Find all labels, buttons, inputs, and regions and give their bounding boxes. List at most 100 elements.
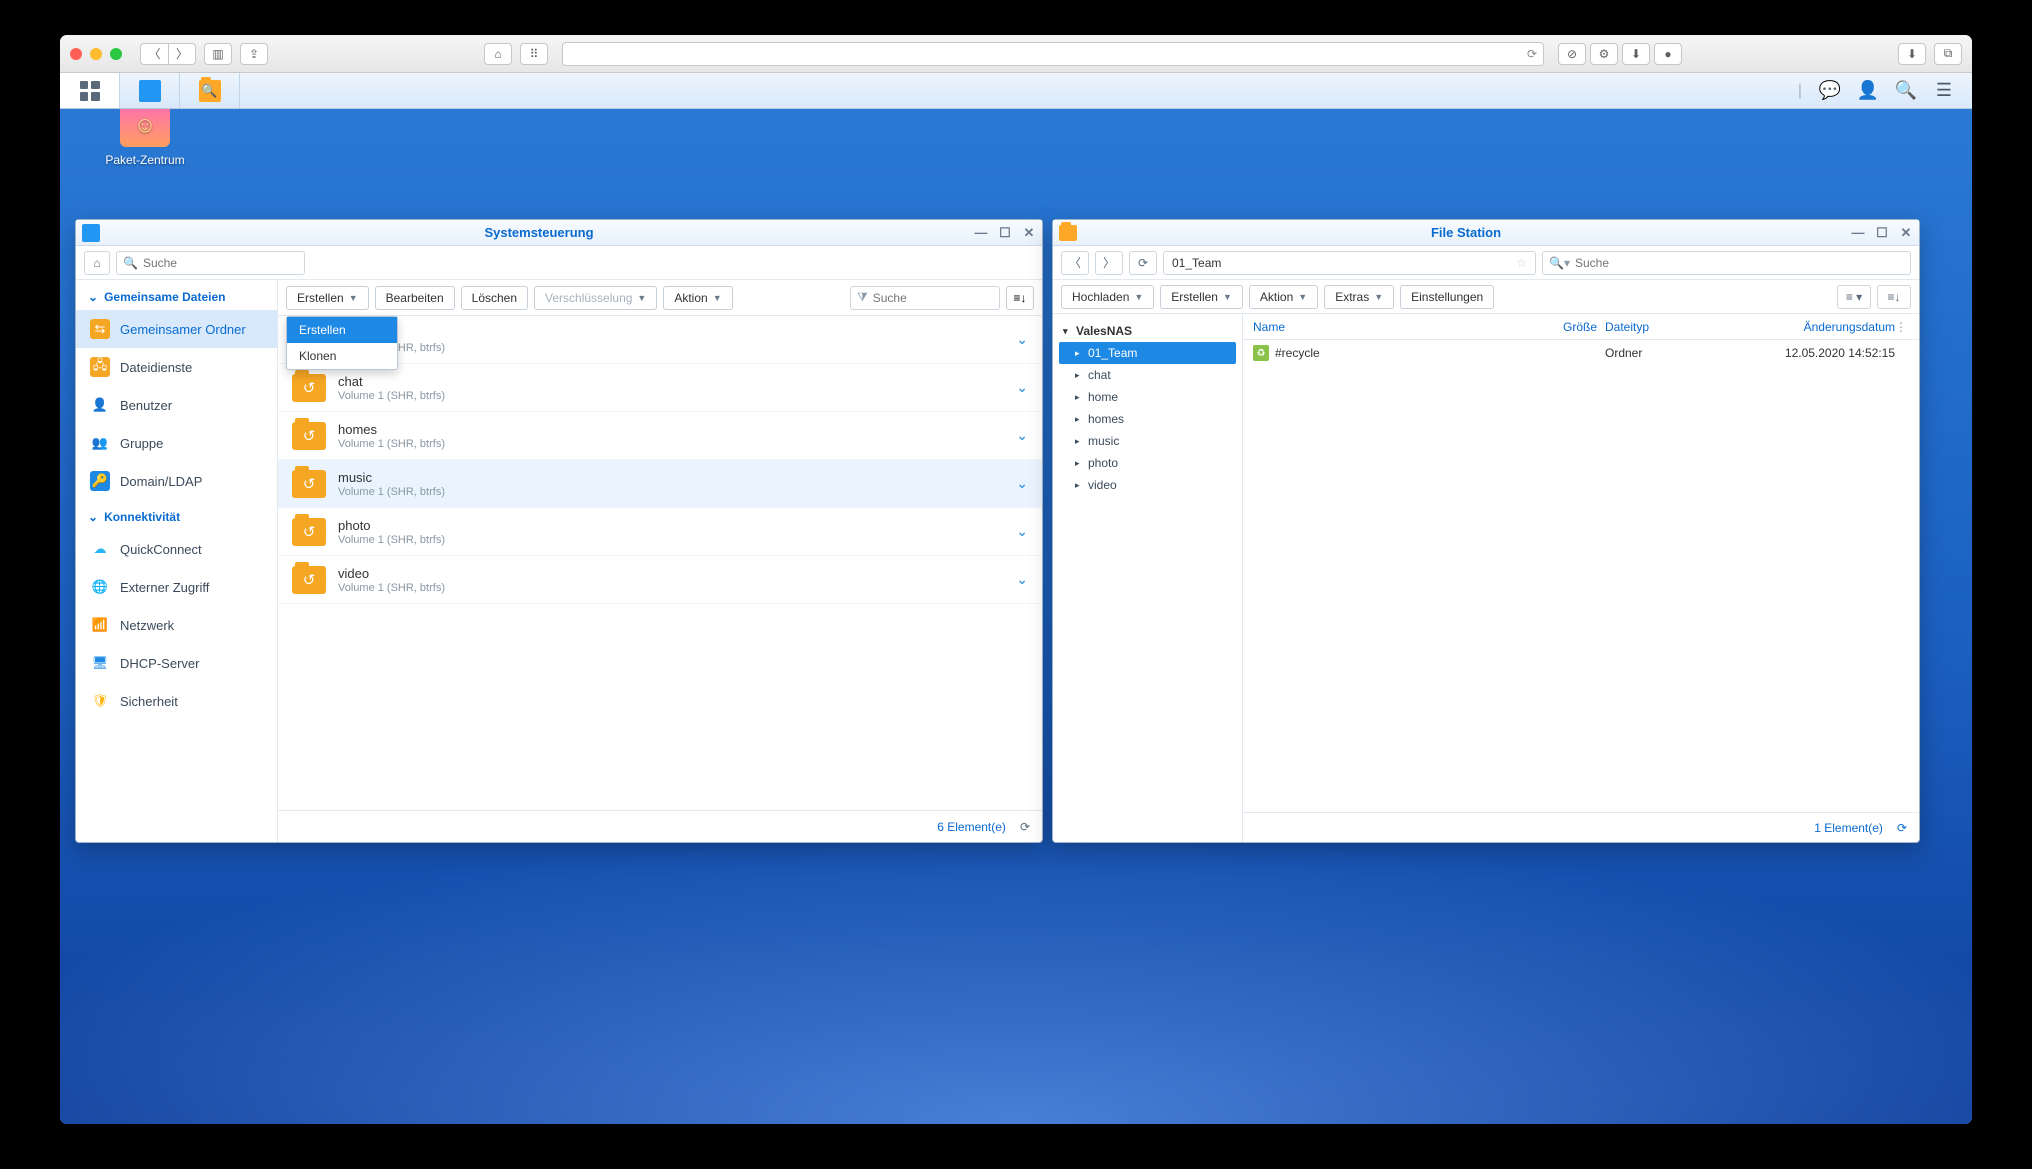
view-mode-button[interactable]: ≡ ▾ xyxy=(1837,285,1871,309)
taskbar-control-panel[interactable] xyxy=(120,73,180,108)
create-button[interactable]: Erstellen▼ xyxy=(286,286,369,310)
sidebar-item-external-access[interactable]: 🌐Externer Zugriff xyxy=(76,568,277,606)
sidebar-item-network[interactable]: 📶Netzwerk xyxy=(76,606,277,644)
encryption-button[interactable]: Verschlüsselung▼ xyxy=(534,286,657,310)
reload-icon[interactable]: ⟳ xyxy=(1897,821,1907,835)
folder-row[interactable]: ↺chatVolume 1 (SHR, btrfs)⌄ xyxy=(278,364,1042,412)
dropdown-item-create[interactable]: Erstellen xyxy=(287,317,397,343)
tree-item[interactable]: ▸music xyxy=(1053,430,1242,452)
sidebar-item-shared-folder[interactable]: ⇆Gemeinsamer Ordner xyxy=(76,310,277,348)
widgets-icon[interactable]: ☰ xyxy=(1934,81,1954,101)
column-type[interactable]: Dateityp xyxy=(1605,320,1715,334)
home-icon[interactable]: ⌂ xyxy=(484,43,512,65)
chevron-down-icon[interactable]: ⌄ xyxy=(1016,475,1028,492)
sidebar-item-file-services[interactable]: 🖧Dateidienste xyxy=(76,348,277,386)
maximize-icon[interactable]: ☐ xyxy=(1875,225,1889,241)
shared-folder-list[interactable]: ↺01_TeamVolume 1 (SHR, btrfs)⌄ ↺chatVolu… xyxy=(278,316,1042,810)
control-panel-search-input[interactable] xyxy=(143,256,298,270)
file-station-search-input[interactable] xyxy=(1575,256,1904,270)
action-button[interactable]: Aktion▼ xyxy=(663,286,732,310)
minimize-icon[interactable]: — xyxy=(974,225,988,241)
chevron-down-icon[interactable]: ⌄ xyxy=(1016,331,1028,348)
forward-button[interactable]: 〉 xyxy=(168,43,196,65)
folder-row[interactable]: ↺homesVolume 1 (SHR, btrfs)⌄ xyxy=(278,412,1042,460)
control-panel-sidebar[interactable]: ⌄Gemeinsame Dateien ⇆Gemeinsamer Ordner … xyxy=(76,280,278,842)
sidebar-group-connectivity[interactable]: ⌄Konnektivität xyxy=(76,500,277,530)
control-panel-titlebar[interactable]: Systemsteuerung — ☐ ✕ xyxy=(76,220,1042,246)
sort-button[interactable]: ≡↓ xyxy=(1006,286,1034,310)
folder-row[interactable]: ↺musicVolume 1 (SHR, btrfs)⌄ xyxy=(278,460,1042,508)
settings-button[interactable]: Einstellungen xyxy=(1400,285,1494,309)
folder-row[interactable]: ↺photoVolume 1 (SHR, btrfs)⌄ xyxy=(278,508,1042,556)
folder-row[interactable]: ↺videoVolume 1 (SHR, btrfs)⌄ xyxy=(278,556,1042,604)
sidebar-group-shared[interactable]: ⌄Gemeinsame Dateien xyxy=(76,280,277,310)
sidebar-item-groups[interactable]: 👥Gruppe xyxy=(76,424,277,462)
sidebar-item-domain[interactable]: 🔑Domain/LDAP xyxy=(76,462,277,500)
chat-icon[interactable]: 💬 xyxy=(1820,81,1840,101)
tree-item[interactable]: ▸video xyxy=(1053,474,1242,496)
tree-item[interactable]: ▸homes xyxy=(1053,408,1242,430)
chevron-down-icon[interactable]: ⌄ xyxy=(1016,379,1028,396)
download-icon[interactable]: ⬇ xyxy=(1622,43,1650,65)
delete-button[interactable]: Löschen xyxy=(461,286,528,310)
close-icon[interactable]: ✕ xyxy=(1022,225,1036,241)
taskbar-main-menu[interactable] xyxy=(60,73,120,108)
folder-search-input[interactable] xyxy=(873,291,1028,305)
sort-button[interactable]: ≡↓ xyxy=(1877,285,1911,309)
sidebar-toggle-button[interactable]: ▥ xyxy=(204,43,232,65)
tree-root[interactable]: ▾ValesNAS xyxy=(1053,320,1242,342)
maximize-window-icon[interactable] xyxy=(110,48,122,60)
edit-button[interactable]: Bearbeiten xyxy=(375,286,455,310)
upload-button[interactable]: Hochladen▼ xyxy=(1061,285,1154,309)
alert-icon[interactable]: ● xyxy=(1654,43,1682,65)
reload-button[interactable]: ⟳ xyxy=(1129,251,1157,275)
back-button[interactable]: 〈 xyxy=(1061,251,1089,275)
sidebar-item-quickconnect[interactable]: ☁QuickConnect xyxy=(76,530,277,568)
tabs-icon[interactable]: ⧉ xyxy=(1934,43,1962,65)
close-icon[interactable]: ✕ xyxy=(1899,225,1913,241)
home-button[interactable]: ⌂ xyxy=(84,251,110,275)
create-button[interactable]: Erstellen▼ xyxy=(1160,285,1243,309)
maximize-icon[interactable]: ☐ xyxy=(998,225,1012,241)
sidebar-item-dhcp[interactable]: 🖥DHCP-Server xyxy=(76,644,277,682)
user-icon[interactable]: 👤 xyxy=(1858,81,1878,101)
settings-icon[interactable]: ⚙ xyxy=(1590,43,1618,65)
search-icon[interactable]: 🔍 xyxy=(1896,81,1916,101)
chevron-down-icon[interactable]: ⌄ xyxy=(1016,571,1028,588)
tree-item[interactable]: ▸01_Team xyxy=(1059,342,1236,364)
file-station-search[interactable]: 🔍▾ xyxy=(1542,251,1911,275)
column-date[interactable]: Änderungsdatum xyxy=(1715,320,1895,334)
close-window-icon[interactable] xyxy=(70,48,82,60)
reload-icon[interactable]: ⟳ xyxy=(1020,820,1030,834)
tree-item[interactable]: ▸photo xyxy=(1053,452,1242,474)
forward-button[interactable]: 〉 xyxy=(1095,251,1123,275)
file-station-tree[interactable]: ▾ValesNAS ▸01_Team ▸chat ▸home ▸homes ▸m… xyxy=(1053,314,1243,842)
path-input[interactable]: 01_Team☆ xyxy=(1163,251,1536,275)
extras-button[interactable]: Extras▼ xyxy=(1324,285,1394,309)
column-size[interactable]: Größe xyxy=(1545,320,1605,334)
taskbar-file-station[interactable]: 🔍 xyxy=(180,73,240,108)
url-bar[interactable]: ⟳ xyxy=(562,42,1544,66)
apps-icon[interactable]: ⠿ xyxy=(520,43,548,65)
sidebar-item-users[interactable]: 👤Benutzer xyxy=(76,386,277,424)
share-button[interactable]: ⇪ xyxy=(240,43,268,65)
shield-icon[interactable]: ⊘ xyxy=(1558,43,1586,65)
file-row[interactable]: ♻#recycle Ordner 12.05.2020 14:52:15 xyxy=(1243,340,1919,366)
reload-icon[interactable]: ⟳ xyxy=(1527,47,1537,61)
dropdown-item-clone[interactable]: Klonen xyxy=(287,343,397,369)
column-name[interactable]: Name xyxy=(1253,320,1545,334)
star-icon[interactable]: ☆ xyxy=(1516,256,1527,270)
control-panel-search[interactable]: 🔍 xyxy=(116,251,305,275)
desktop-icon-package-center[interactable]: Paket-Zentrum xyxy=(105,103,185,167)
file-station-titlebar[interactable]: File Station — ☐ ✕ xyxy=(1053,220,1919,246)
tree-item[interactable]: ▸home xyxy=(1053,386,1242,408)
minimize-icon[interactable]: — xyxy=(1851,225,1865,241)
sidebar-item-security[interactable]: 🛡Sicherheit xyxy=(76,682,277,720)
minimize-window-icon[interactable] xyxy=(90,48,102,60)
downloads-icon[interactable]: ⬇ xyxy=(1898,43,1926,65)
chevron-down-icon[interactable]: ⌄ xyxy=(1016,523,1028,540)
folder-search[interactable]: ⧩ xyxy=(850,286,1000,310)
action-button[interactable]: Aktion▼ xyxy=(1249,285,1318,309)
back-button[interactable]: 〈 xyxy=(140,43,168,65)
chevron-down-icon[interactable]: ⌄ xyxy=(1016,427,1028,444)
